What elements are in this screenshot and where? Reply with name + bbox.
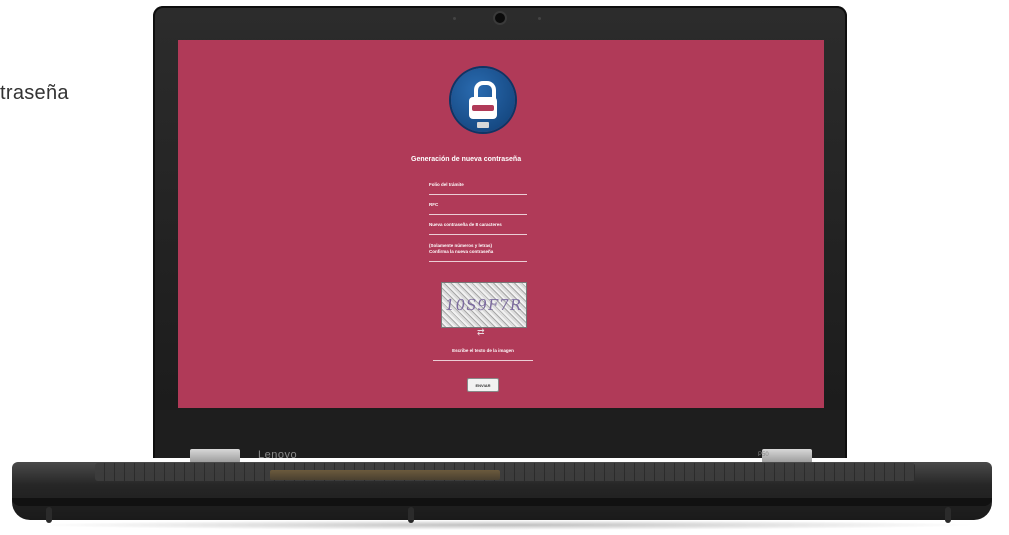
rfc-label: RFC [429,202,439,207]
lock-icon [451,68,515,132]
captcha-text: 10S9F7R [444,296,524,314]
model-label: P50 [758,452,769,458]
confirm-password-label: Confirma la nueva contraseña [429,249,494,254]
confirm-password-field[interactable]: (Solamente números y letras) Confirma la… [429,243,527,262]
new-password-label: Nueva contraseña de 8 caracteres [429,222,502,227]
refresh-icon[interactable]: ⇄ [477,327,485,338]
base-edge [12,498,992,506]
brand-logo: Lenovo [258,449,298,461]
webcam-icon [495,13,505,23]
page-caption: traseña [0,82,69,104]
folio-label: Folio del trámite [429,182,464,187]
rfc-field[interactable]: RFC [429,202,527,215]
submit-button[interactable]: ENVIAR [467,378,499,392]
laptop-screen: Generación de nueva contraseña Folio del… [178,40,824,408]
captcha-image: 10S9F7R [441,282,527,328]
hinge-right [762,449,812,463]
sensor-dot [453,17,456,20]
sensor-dot [538,17,541,20]
new-password-field[interactable]: Nueva contraseña de 8 caracteres [429,222,527,235]
shadow [30,520,980,530]
folio-field[interactable]: Folio del trámite [429,182,527,195]
captcha-input[interactable]: Escribe el texto de la imagen [433,348,533,361]
hinge-left [190,449,240,463]
captcha-instruction: Escribe el texto de la imagen [452,348,514,353]
palmrest-detail [270,470,500,480]
keyboard [95,463,915,481]
form-title: Generación de nueva contraseña [411,156,522,163]
